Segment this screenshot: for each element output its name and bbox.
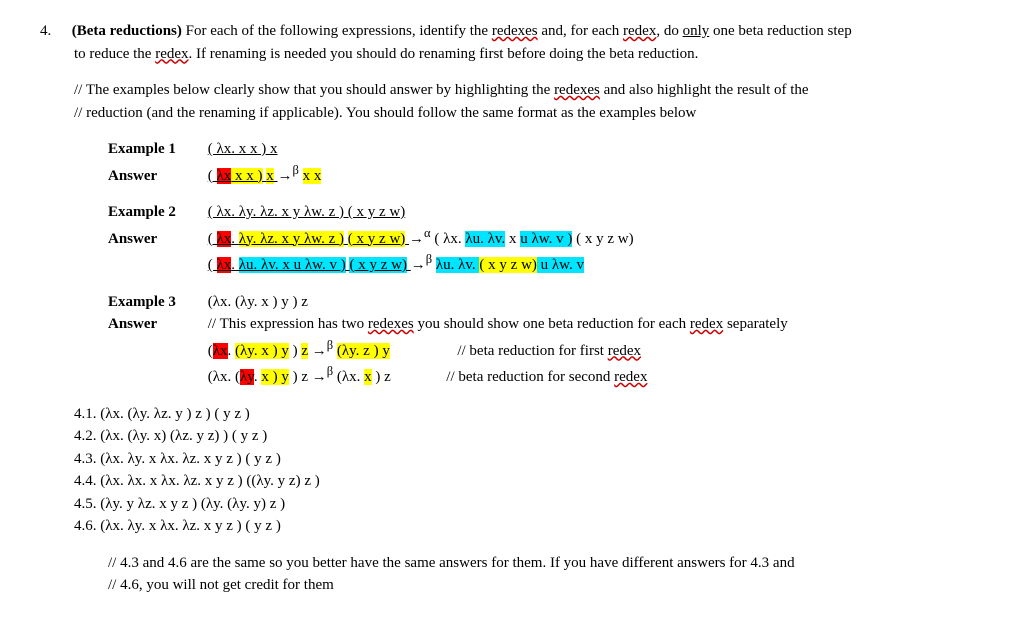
problem-4-6: 4.6. (λx. λy. x λx. λz. x y z ) ( y z ) xyxy=(74,515,971,538)
example-3-answer-a: (λx. (λy. x ) y ) z →β (λy. z ) y // bet… xyxy=(108,336,971,363)
intro-line2: to reduce the redex. If renaming is need… xyxy=(74,43,971,66)
comment-line-2: // reduction (and the renaming if applic… xyxy=(74,102,971,125)
word-redexes: redexes xyxy=(492,23,538,39)
example-2-label-line: Example 2 ( λx. λy. λz. x y λw. z ) ( x … xyxy=(108,201,971,224)
footnote-line-1: // 4.3 and 4.6 are the same so you bette… xyxy=(108,552,971,575)
example-1-expression: ( λx. x x ) x xyxy=(208,141,278,157)
problem-4-2: 4.2. (λx. (λy. x) (λz. y z) ) ( y z ) xyxy=(74,425,971,448)
example-3-answer-comment: Answer // This expression has two redexe… xyxy=(108,313,971,336)
example-1-label: Example 1 xyxy=(108,138,204,161)
question-header: 4. (Beta reductions) For each of the fol… xyxy=(40,20,971,43)
example-1-label-line: Example 1 ( λx. x x ) x xyxy=(108,138,971,161)
problem-4-3: 4.3. (λx. λy. x λx. λz. x y z ) ( y z ) xyxy=(74,448,971,471)
comment-line-1: // The examples below clearly show that … xyxy=(74,79,971,102)
example-2-expression: ( λx. λy. λz. x y λw. z ) ( x y z w) xyxy=(208,204,406,220)
example-3-label: Example 3 xyxy=(108,291,204,314)
problem-4-5: 4.5. (λy. y λz. x y z ) (λy. (λy. y) z ) xyxy=(74,493,971,516)
problem-4-4: 4.4. (λx. λx. x λx. λz. x y z ) ((λy. y … xyxy=(74,470,971,493)
word-only: only xyxy=(683,23,710,39)
answer-label: Answer xyxy=(108,165,204,188)
question-title: (Beta reductions) For each of the follow… xyxy=(72,23,852,39)
example-2-answer-a: Answer ( λx. λy. λz. x y λw. z ) ( x y z… xyxy=(108,224,971,251)
example-2-label: Example 2 xyxy=(108,201,204,224)
problem-4-1: 4.1. (λx. (λy. λz. y ) z ) ( y z ) xyxy=(74,403,971,426)
title-bold: (Beta reductions) xyxy=(72,23,182,39)
example-3-label-line: Example 3 (λx. (λy. x ) y ) z xyxy=(108,291,971,314)
example-2-answer-b: ( λx. λu. λv. x u λw. v ) ( x y z w) →β … xyxy=(108,250,971,277)
word-redex: redex xyxy=(623,23,656,39)
example-1-result: x x xyxy=(303,168,322,184)
example-1-answer: Answer ( λx x x ) x →β x x xyxy=(108,161,971,188)
footnote-line-2: // 4.6, you will not get credit for them xyxy=(108,574,971,597)
example-3-answer-b: (λx. (λy. x ) y ) z →β (λx. x ) z // bet… xyxy=(108,362,971,389)
question-number: 4. xyxy=(40,20,68,43)
example-3-expression: (λx. (λy. x ) y ) z xyxy=(208,294,308,310)
